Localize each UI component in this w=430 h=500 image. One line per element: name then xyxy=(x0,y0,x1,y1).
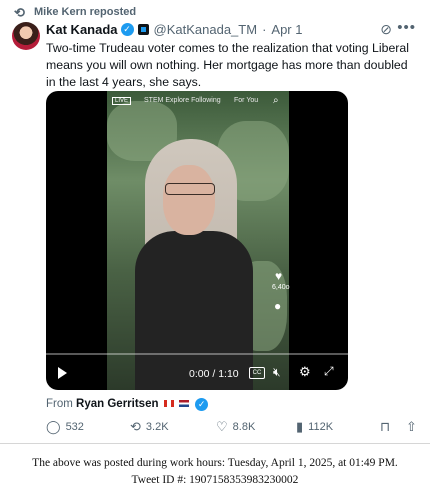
video-time: 0:00 / 1:10 xyxy=(189,368,239,380)
reply-button[interactable]: ◯ 532 xyxy=(46,419,84,435)
video-frame xyxy=(107,91,289,390)
settings-gear-icon[interactable]: ⚙ xyxy=(299,364,311,380)
for-you-tab: For You xyxy=(234,97,259,104)
reply-count: 532 xyxy=(65,421,84,433)
date-separator: · xyxy=(262,22,267,37)
repost-button[interactable]: ⟲ 3.2K xyxy=(130,419,169,435)
video-player[interactable]: LIVE STEM Explore Following For You ⌕ ♥ … xyxy=(46,91,348,390)
from-author-name[interactable]: Ryan Gerritsen xyxy=(76,398,158,410)
more-options-icon[interactable]: ••• xyxy=(397,19,416,36)
fullscreen-icon[interactable]: ⤢ xyxy=(324,364,334,379)
repost-icon: ⟲ xyxy=(14,5,25,20)
live-icon: LIVE xyxy=(112,97,132,105)
like-count: 8.8K xyxy=(232,421,256,433)
repost-header[interactable]: ⟲ Mike Kern reposted xyxy=(14,5,137,20)
views-chart-icon: ▮ xyxy=(296,419,304,434)
verified-badge-icon: ✓ xyxy=(120,23,134,36)
heart-icon: ♡ xyxy=(216,419,228,434)
netherlands-flag-icon xyxy=(178,400,189,408)
video-progress-bar[interactable] xyxy=(46,353,348,355)
comment-icon: ● xyxy=(274,299,282,313)
avatar[interactable] xyxy=(12,22,40,50)
divider xyxy=(0,443,430,444)
likes-count: 6,40o xyxy=(272,284,290,291)
search-icon: ⌕ xyxy=(273,95,279,106)
action-bar: ◯ 532 ⟲ 3.2K ♡ 8.8K ▮ 112K ⊓ ⇧ xyxy=(46,419,426,437)
grok-icon[interactable]: ⊘ xyxy=(380,21,392,38)
repost-label: Mike Kern reposted xyxy=(34,6,137,18)
like-button[interactable]: ♡ 8.8K xyxy=(216,419,255,435)
from-label: From xyxy=(46,398,73,410)
video-tabs: STEM Explore Following xyxy=(144,97,221,104)
footer-tweet-id: Tweet ID #: 1907158353983230002 xyxy=(131,474,299,486)
video-attribution: From Ryan Gerritsen ✓ xyxy=(46,398,209,411)
captions-icon[interactable]: CC xyxy=(249,367,265,379)
play-icon[interactable] xyxy=(58,367,67,379)
post-date[interactable]: Apr 1 xyxy=(271,22,302,37)
verified-badge-icon: ✓ xyxy=(195,398,209,411)
bookmark-icon: ⊓ xyxy=(380,419,391,434)
share-button[interactable]: ⇧ xyxy=(406,419,417,435)
share-icon: ⇧ xyxy=(406,419,417,434)
views-button[interactable]: ▮ 112K xyxy=(296,419,333,435)
repost-count: 3.2K xyxy=(145,421,169,433)
repost-icon: ⟲ xyxy=(130,419,141,434)
bookmark-button[interactable]: ⊓ xyxy=(380,419,390,435)
video-controls: 0:00 / 1:10 CC 🔇︎ ⚙ ⤢ xyxy=(46,361,348,389)
footer-posted-time: The above was posted during work hours: … xyxy=(32,457,398,469)
affiliation-badge-icon xyxy=(137,24,149,35)
tweet-header: Kat Kanada ✓ @KatKanada_TM · Apr 1 xyxy=(46,22,302,37)
view-count: 112K xyxy=(308,421,334,433)
mute-icon[interactable]: 🔇︎ xyxy=(273,365,281,380)
post-text: Two-time Trudeau voter comes to the real… xyxy=(46,41,409,89)
author-name[interactable]: Kat Kanada xyxy=(46,22,118,37)
reply-icon: ◯ xyxy=(46,419,61,434)
author-handle[interactable]: @KatKanada_TM xyxy=(154,22,258,37)
canada-flag-icon xyxy=(163,400,174,408)
heart-icon: ♥ xyxy=(275,269,283,283)
